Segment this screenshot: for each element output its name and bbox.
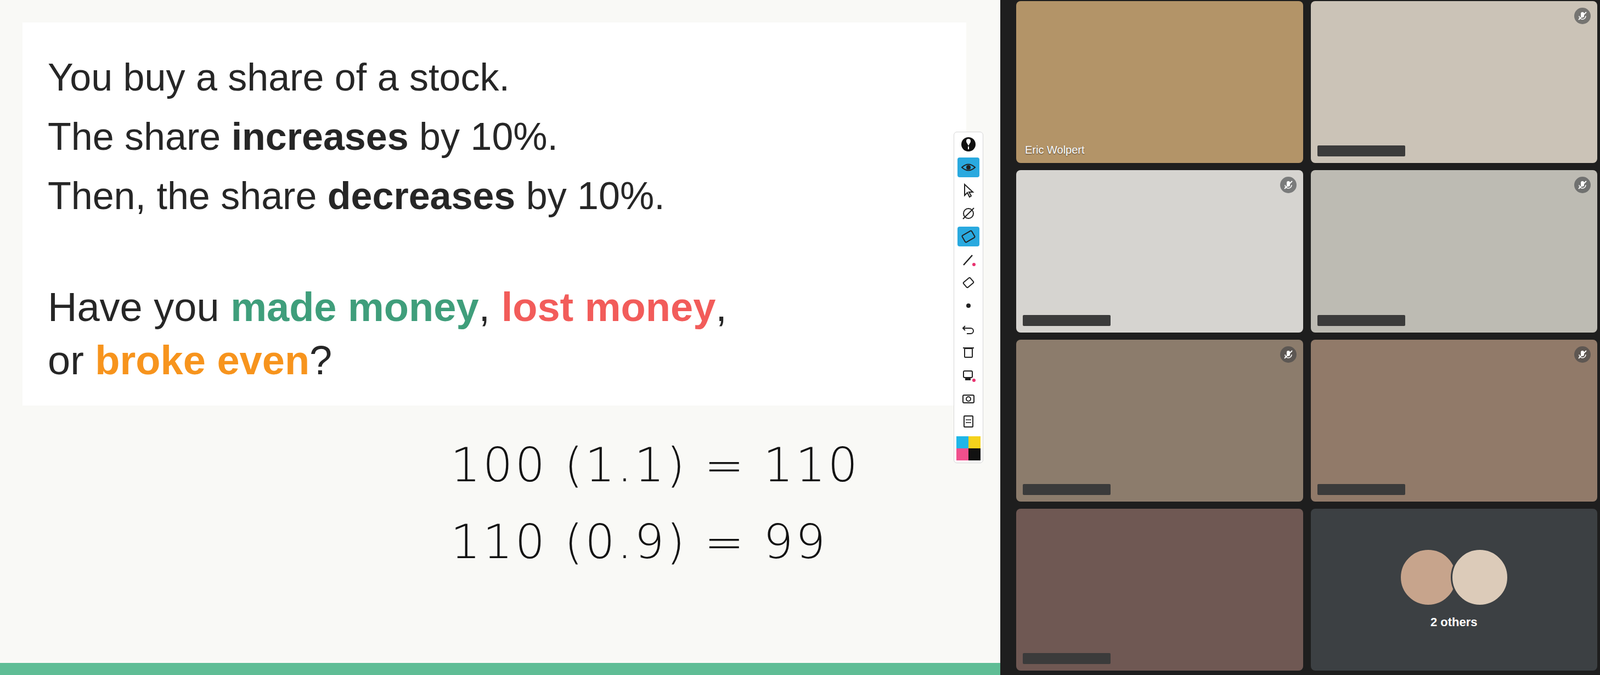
- slide-text-card: You buy a share of a stock. The share inc…: [22, 22, 967, 406]
- participant-tile[interactable]: [1310, 170, 1598, 332]
- question-text: lost money: [501, 284, 717, 330]
- participant-tile[interactable]: [1016, 170, 1304, 332]
- toolbar-tool[interactable]: [957, 387, 980, 408]
- question-line: Have you made money, lost money,: [47, 280, 942, 334]
- eraser-icon: [960, 274, 977, 291]
- slide-text: You buy a share of a stock.: [47, 55, 510, 99]
- work-line: 110 (0.9) = 99: [450, 514, 995, 569]
- participant-name: Eric Wolpert: [1022, 142, 1087, 158]
- pointer-icon: [960, 182, 977, 199]
- hide-icon: [960, 205, 977, 222]
- slide-question: Have you made money, lost money,or broke…: [47, 280, 942, 387]
- others-label: 2 others: [1427, 613, 1481, 631]
- muted-mic-icon: [1574, 346, 1591, 363]
- participant-tile[interactable]: [1310, 1, 1598, 163]
- color-swatch[interactable]: [956, 436, 969, 449]
- clipboard-icon: [960, 412, 977, 430]
- redacted-name-label: [1317, 314, 1406, 326]
- slide-text: decreases: [327, 174, 516, 218]
- question-text: Have you: [47, 284, 231, 330]
- question-line: or broke even?: [47, 333, 942, 387]
- question-text: ,: [479, 284, 502, 330]
- work-line: 100 (1.1) = 110: [450, 437, 995, 493]
- dot-icon: [960, 297, 977, 314]
- avatar: [1450, 548, 1509, 607]
- redacted-name-label: [1317, 483, 1406, 495]
- toolbar-tool[interactable]: [957, 295, 980, 316]
- question-text: or: [47, 337, 95, 383]
- stamp-icon: [960, 366, 977, 383]
- video-gallery: Eric Wolpert 2 others: [1000, 0, 1600, 675]
- toolbar-tool[interactable]: [957, 272, 980, 293]
- redacted-name-label: [1022, 652, 1111, 664]
- slide-text: Then, the share: [47, 174, 328, 218]
- meeting-window: You buy a share of a stock. The share inc…: [0, 0, 1600, 675]
- toolbar-tool[interactable]: [957, 226, 980, 247]
- toolbar-tool[interactable]: [957, 410, 980, 431]
- muted-mic-icon: [1280, 176, 1297, 194]
- muted-mic-icon: [1574, 7, 1591, 25]
- question-text: made money: [230, 284, 479, 330]
- tablet-icon: [960, 228, 977, 245]
- slide-canvas[interactable]: You buy a share of a stock. The share inc…: [0, 0, 1001, 663]
- camera-icon: [960, 389, 977, 407]
- toolbar-tool[interactable]: [957, 157, 980, 178]
- handwritten-work: 100 (1.1) = 110 110 (0.9) = 99: [450, 437, 995, 569]
- color-swatch[interactable]: [968, 436, 981, 449]
- color-swatch[interactable]: [968, 448, 981, 461]
- question-text: broke even: [94, 337, 310, 383]
- participant-tile[interactable]: Eric Wolpert: [1016, 1, 1304, 163]
- slide-text: by 10%.: [515, 174, 665, 218]
- question-text: ,: [715, 284, 728, 330]
- avatar: [1399, 548, 1458, 607]
- eye-icon: [960, 159, 977, 176]
- participant-tile[interactable]: [1016, 508, 1304, 671]
- pen-icon: [960, 251, 977, 268]
- slide-text: by 10%.: [408, 115, 559, 159]
- slide-text: increases: [231, 115, 409, 159]
- annotation-toolbar: [953, 131, 984, 464]
- undo-icon: [960, 320, 977, 337]
- slide-footer-bar: [0, 662, 1001, 675]
- question-text: ?: [309, 337, 332, 383]
- others-tile[interactable]: 2 others: [1310, 508, 1598, 671]
- participant-tile[interactable]: [1310, 339, 1598, 502]
- logo-icon: [960, 136, 977, 153]
- toolbar-tool[interactable]: [957, 134, 980, 155]
- toolbar-tool[interactable]: [957, 318, 980, 339]
- slide-line: The share increases by 10%.: [47, 106, 942, 167]
- toolbar-tool[interactable]: [957, 180, 980, 201]
- slide-text: The share: [47, 115, 232, 159]
- toolbar-tool[interactable]: [957, 364, 980, 385]
- toolbar-tool[interactable]: [957, 341, 980, 362]
- shared-slide: You buy a share of a stock. The share inc…: [0, 0, 1001, 675]
- slide-line: Then, the share decreases by 10%.: [47, 166, 942, 226]
- others-avatars: [1399, 548, 1509, 607]
- trash-icon: [960, 343, 977, 360]
- redacted-name-label: [1022, 483, 1111, 495]
- slide-line: You buy a share of a stock.: [47, 47, 942, 107]
- color-palette: [956, 436, 981, 461]
- participant-tile[interactable]: [1016, 339, 1304, 502]
- color-swatch[interactable]: [956, 448, 969, 461]
- redacted-name-label: [1022, 314, 1111, 326]
- toolbar-tool[interactable]: [957, 249, 980, 270]
- muted-mic-icon: [1280, 346, 1297, 363]
- redacted-name-label: [1317, 145, 1406, 157]
- toolbar-tool[interactable]: [957, 203, 980, 224]
- muted-mic-icon: [1574, 176, 1591, 194]
